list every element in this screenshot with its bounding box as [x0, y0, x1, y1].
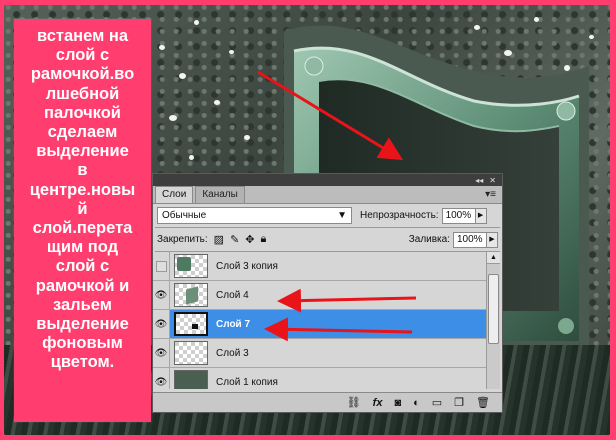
layer-row[interactable]: 👁︎ Слой 1 копия [153, 368, 488, 389]
layer-thumbnail [174, 283, 208, 307]
trash-icon[interactable]: 🗑︎ [476, 396, 490, 409]
layer-row[interactable]: 👁︎ Слой 4 [153, 281, 488, 310]
visibility-toggle[interactable] [153, 252, 170, 280]
screenshot-frame: встанем на слой с рамочкой.во лшебной па… [0, 0, 616, 440]
layer-thumbnail [174, 254, 208, 278]
layer-name: Слой 7 [216, 318, 251, 330]
fill-label: Заливка: [408, 234, 450, 245]
fill-slider-button[interactable]: ▶ [487, 231, 498, 248]
layer-name: Слой 1 копия [216, 376, 278, 388]
scroll-thumb[interactable] [488, 274, 499, 344]
scroll-up-icon[interactable]: ▲ [487, 252, 500, 264]
instruction-caption: встанем на слой с рамочкой.во лшебной па… [14, 19, 151, 422]
caption-line: выделение [36, 142, 129, 161]
layer-row[interactable]: 👁︎ Слой 3 [153, 339, 488, 368]
caption-line: встанем на [36, 27, 129, 45]
caption-line: слой с [55, 257, 110, 276]
panel-tabs: Слои Каналы ▾≡ [153, 186, 502, 204]
opacity-slider-button[interactable]: ▶ [475, 207, 487, 224]
layers-list: Слой 3 копия 👁︎ Слой 4 👁︎ Слой 7 👁︎ Слой [153, 252, 502, 389]
adjustment-icon[interactable]: ◐ [413, 397, 420, 409]
layer-thumbnail [174, 312, 208, 336]
caption-line: рамочкой.во [30, 65, 135, 84]
caption-line: лшебной [45, 84, 120, 103]
caption-line: слой с [55, 46, 110, 65]
panel-titlebar: ◂◂ ✕ [153, 174, 502, 186]
panel-menu-icon[interactable]: ▾≡ [485, 189, 496, 200]
eye-icon[interactable]: 👁︎ [153, 310, 170, 338]
caption-line: слой.перета [32, 219, 133, 238]
mask-icon[interactable]: ◙ [394, 397, 401, 409]
layer-name: Слой 4 [216, 289, 249, 301]
layer-row[interactable]: Слой 3 копия [153, 252, 488, 281]
new-layer-icon[interactable]: ❐ [454, 396, 464, 409]
layer-thumbnail [174, 341, 208, 365]
opacity-input[interactable]: 100% [441, 207, 476, 224]
close-icon[interactable]: ✕ [489, 176, 496, 185]
lock-label: Закрепить: [157, 234, 208, 245]
link-icon[interactable]: ⛓ [347, 396, 361, 409]
caption-line: й [77, 199, 88, 218]
layer-thumbnail [174, 370, 208, 389]
blend-mode-value: Обычные [162, 210, 207, 221]
chevron-down-icon: ▼ [337, 210, 347, 221]
opacity-label: Непрозрачность: [360, 210, 439, 221]
tab-layers[interactable]: Слои [155, 186, 194, 203]
folder-icon[interactable]: ▭ [432, 396, 442, 409]
layer-name: Слой 3 копия [216, 260, 278, 272]
panel-bottom-toolbar: ⛓ fx ◙ ◐ ▭ ❐ 🗑︎ [153, 392, 502, 412]
blend-mode-select[interactable]: Обычные ▼ [157, 207, 352, 224]
caption-line: сделаем [47, 123, 118, 142]
lock-position-icon[interactable]: ✥ [245, 233, 254, 246]
caption-line: рамочкой и [35, 276, 130, 295]
layer-name: Слой 3 [216, 347, 249, 359]
eye-icon[interactable]: 👁︎ [153, 368, 170, 389]
caption-line: фоновым [42, 334, 123, 353]
lock-pixels-icon[interactable]: ✎ [230, 233, 239, 246]
collapse-icon[interactable]: ◂◂ [475, 176, 483, 185]
blend-row: Обычные ▼ Непрозрачность: 100% ▶ [153, 204, 502, 227]
fx-icon[interactable]: fx [373, 397, 383, 409]
caption-line: щим под [46, 238, 119, 257]
layer-row-selected[interactable]: 👁︎ Слой 7 [153, 310, 488, 339]
tab-channels[interactable]: Каналы [195, 186, 245, 203]
caption-line: в [77, 161, 88, 180]
layers-scrollbar[interactable]: ▲ [486, 252, 500, 389]
eye-icon[interactable]: 👁︎ [153, 281, 170, 309]
eye-icon[interactable]: 👁︎ [153, 339, 170, 367]
lock-row: Закрепить: ▨ ✎ ✥ 🔒︎ Заливка: 100% ▶ [153, 228, 502, 251]
caption-line: центре.новы [29, 180, 136, 199]
lock-transparency-icon[interactable]: ▨ [214, 233, 224, 246]
fill-input[interactable]: 100% [453, 231, 487, 248]
caption-line: палочкой [44, 103, 121, 122]
caption-line: цветом. [50, 353, 115, 372]
caption-line: зальем [53, 295, 112, 314]
lock-all-icon[interactable]: 🔒︎ [261, 233, 267, 246]
caption-line: выделение [36, 315, 129, 334]
layers-panel: ◂◂ ✕ Слои Каналы ▾≡ Обычные ▼ Непрозрачн… [152, 173, 503, 413]
